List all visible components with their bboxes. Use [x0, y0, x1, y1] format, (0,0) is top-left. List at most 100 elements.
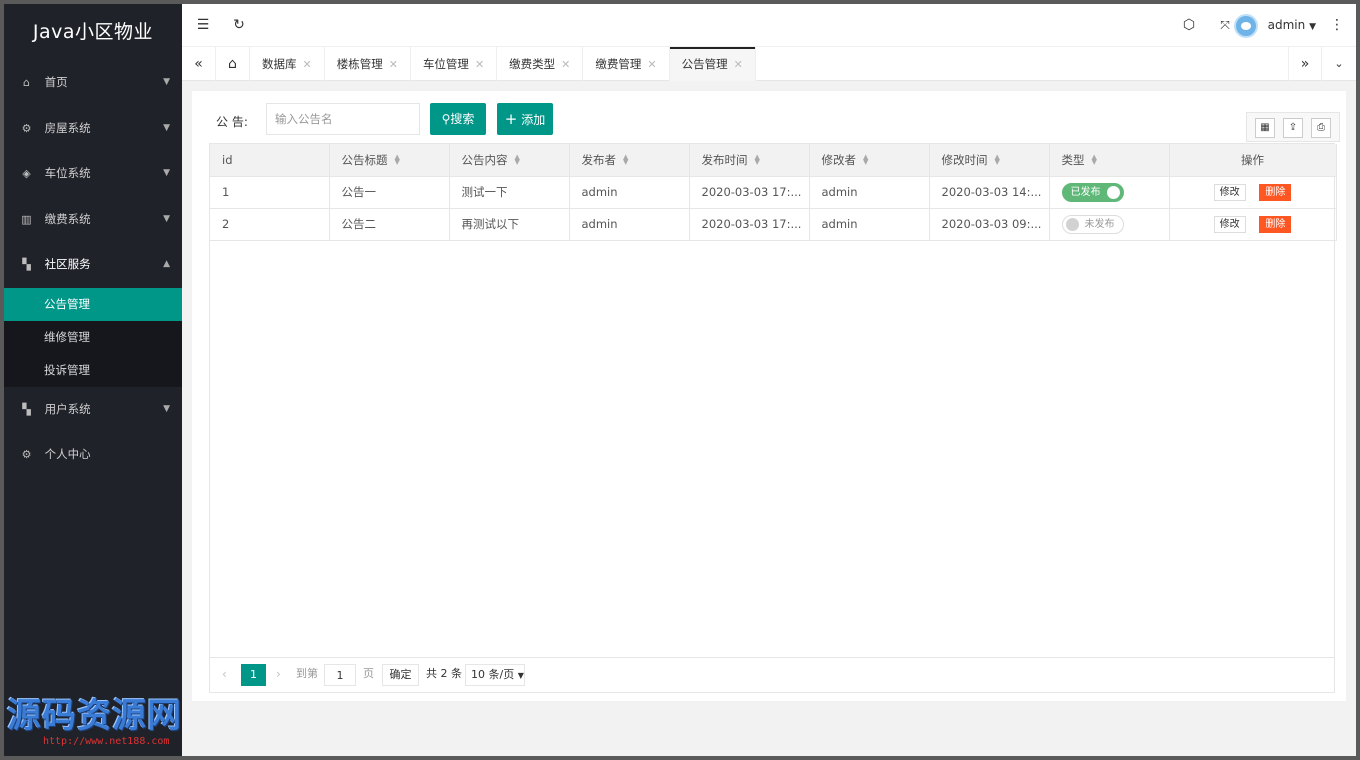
tab-bar: « ⌂ 数据库 ✕ 楼栋管理 ✕ 车位管理 ✕ 缴费类型 ✕ 缴费管理 ✕ 公告管理 ✕ »…	[182, 47, 1356, 81]
close-icon[interactable]: ✕	[647, 58, 656, 71]
edit-button[interactable]: 修改	[1213, 215, 1246, 233]
cell-modify-time: 2020-03-03 09:...	[929, 208, 1050, 241]
sidebar-item-profile[interactable]: ⚙ 个人中心	[4, 432, 182, 478]
cell-id: 2	[210, 208, 330, 241]
pagination: ‹ 1 › 到第 页 确定 共 2 条 10 条/页 ▼	[210, 657, 1334, 692]
chevron-up-icon: ▲	[163, 259, 170, 269]
sidebar-item-home[interactable]: ⌂ 首页 ▼	[4, 60, 182, 106]
sidebar-item-payment[interactable]: ▥ 缴费系统 ▼	[4, 197, 182, 243]
prev-page-icon[interactable]: ‹	[222, 664, 227, 686]
chevron-down-icon: ▼	[163, 168, 170, 178]
caret-down-icon: ▼	[1309, 22, 1316, 32]
search-button[interactable]: ⚲搜索	[430, 103, 486, 135]
user-menu[interactable]: admin ▼	[1233, 4, 1316, 47]
tabs-scroll-right-icon[interactable]: »	[1288, 47, 1322, 81]
sort-icon[interactable]: ▲ ▼	[1092, 154, 1097, 166]
status-toggle[interactable]: 未发布	[1061, 214, 1124, 234]
column-header[interactable]: 修改者 ▲ ▼	[809, 144, 930, 177]
sidebar-item-community[interactable]: ▚ 社区服务 ▲	[4, 242, 182, 288]
cell-title: 公告一	[329, 176, 450, 209]
column-label: 公告标题	[341, 152, 388, 167]
sidebar-item-label: 缴费系统	[44, 211, 91, 226]
app-frame: Java小区物业 ⌂ 首页 ▼ ⚙ 房屋系统 ▼ ◈ 车位系统 ▼ ▥ 缴费系统…	[4, 4, 1356, 756]
sidebar-item-label: 社区服务	[44, 257, 91, 271]
search-input[interactable]	[266, 103, 420, 135]
add-button[interactable]: + 添加	[497, 103, 553, 135]
page-size-select[interactable]: 10 条/页 ▼	[465, 664, 525, 686]
column-label: 修改者	[821, 152, 857, 167]
sort-icon[interactable]: ▲ ▼	[863, 154, 868, 166]
page-suffix-label: 页	[363, 667, 374, 680]
submenu-item-complaints[interactable]: 投诉管理	[4, 354, 182, 387]
column-header[interactable]: 公告内容 ▲ ▼	[449, 144, 570, 177]
cell-publisher: admin	[569, 176, 690, 209]
tab-fee-types[interactable]: 缴费类型 ✕	[497, 47, 584, 81]
home-tab-icon[interactable]: ⌂	[216, 47, 250, 81]
tab-parking[interactable]: 车位管理 ✕	[411, 47, 498, 81]
column-header[interactable]: id	[210, 144, 330, 177]
sort-icon[interactable]: ▲ ▼	[395, 154, 400, 166]
column-header[interactable]: 发布时间 ▲ ▼	[689, 144, 810, 177]
close-icon[interactable]: ✕	[561, 58, 570, 71]
page-number-current[interactable]: 1	[241, 664, 266, 686]
total-count: 共 2 条	[426, 667, 462, 680]
sidebar-item-label: 个人中心	[44, 447, 91, 461]
delete-button[interactable]: 删除	[1259, 215, 1292, 233]
column-header[interactable]: 发布者 ▲ ▼	[569, 144, 690, 177]
sort-icon[interactable]: ▲ ▼	[515, 154, 520, 166]
delete-button[interactable]: 删除	[1259, 183, 1292, 201]
print-icon[interactable]: ⎙	[1311, 118, 1331, 138]
search-button-label: 搜索	[450, 112, 475, 126]
tab-label: 楼栋管理	[336, 57, 383, 71]
plus-icon: +	[504, 110, 518, 128]
sort-icon[interactable]: ▲ ▼	[623, 154, 628, 166]
tag-icon[interactable]: ⬡	[1172, 4, 1206, 47]
menu-toggle-icon[interactable]: ☰	[186, 4, 220, 47]
close-icon[interactable]: ✕	[734, 58, 743, 71]
chevron-down-icon: ▼	[163, 77, 170, 87]
submenu-item-announcements[interactable]: 公告管理	[4, 287, 182, 321]
sidebar-item-users[interactable]: ▚ 用户系统 ▼	[4, 387, 182, 433]
sidebar-item-parking[interactable]: ◈ 车位系统 ▼	[4, 151, 182, 197]
cube-icon: ◈	[22, 167, 31, 180]
chevron-down-icon: ▼	[163, 213, 170, 224]
tab-buildings[interactable]: 楼栋管理 ✕	[325, 47, 411, 81]
tab-label: 车位管理	[422, 57, 469, 71]
column-header[interactable]: 修改时间 ▲ ▼	[929, 144, 1050, 177]
sidebar-item-label: 首页	[44, 75, 68, 89]
tabs-scroll-left-icon[interactable]: «	[182, 47, 216, 81]
refresh-icon[interactable]: ↻	[222, 4, 256, 47]
goto-label: 到第	[296, 667, 318, 680]
export-icon[interactable]: ⇪	[1283, 118, 1303, 138]
close-icon[interactable]: ✕	[389, 58, 398, 71]
submenu-item-repairs[interactable]: 维修管理	[4, 321, 182, 354]
column-header[interactable]: 类型 ▲ ▼	[1049, 144, 1170, 177]
more-vertical-icon[interactable]: ⋮	[1320, 4, 1354, 47]
table-header-row: id 公告标题 ▲ ▼ 公告内容 ▲ ▼ 发布者 ▲ ▼ 发布时间 ▲ ▼ 修改者 ▲ ▼ 修改时间…	[210, 144, 1337, 177]
close-icon[interactable]: ✕	[303, 58, 312, 71]
sidebar-item-label: 用户系统	[44, 401, 91, 416]
sort-icon[interactable]: ▲ ▼	[995, 154, 1000, 166]
tab-announcements[interactable]: 公告管理 ✕	[669, 47, 756, 81]
avatar	[1233, 13, 1258, 38]
next-page-icon[interactable]: ›	[276, 664, 281, 686]
search-label: 公 告:	[216, 115, 248, 129]
column-label: 操作	[1241, 152, 1264, 167]
close-icon[interactable]: ✕	[475, 58, 484, 71]
table-row: 2 公告二 再测试以下 admin 2020-03-03 17:... admi…	[210, 208, 1337, 241]
column-label: id	[222, 152, 233, 167]
sidebar-item-label: 车位系统	[44, 166, 91, 180]
goto-page-input[interactable]	[324, 664, 356, 686]
column-label: 公告内容	[461, 152, 508, 167]
column-label: 类型	[1061, 152, 1085, 167]
tab-fees[interactable]: 缴费管理 ✕	[583, 47, 670, 81]
sidebar-item-housing[interactable]: ⚙ 房屋系统 ▼	[4, 106, 182, 152]
status-toggle[interactable]: 已发布	[1061, 182, 1124, 202]
tabs-dropdown-icon[interactable]: ⌄	[1322, 47, 1356, 81]
sort-icon[interactable]: ▲ ▼	[755, 154, 760, 166]
tab-database[interactable]: 数据库 ✕	[250, 47, 325, 81]
edit-button[interactable]: 修改	[1213, 183, 1246, 201]
column-header[interactable]: 公告标题 ▲ ▼	[329, 144, 450, 177]
columns-filter-icon[interactable]: ▦	[1255, 118, 1275, 138]
goto-confirm-button[interactable]: 确定	[382, 664, 419, 686]
